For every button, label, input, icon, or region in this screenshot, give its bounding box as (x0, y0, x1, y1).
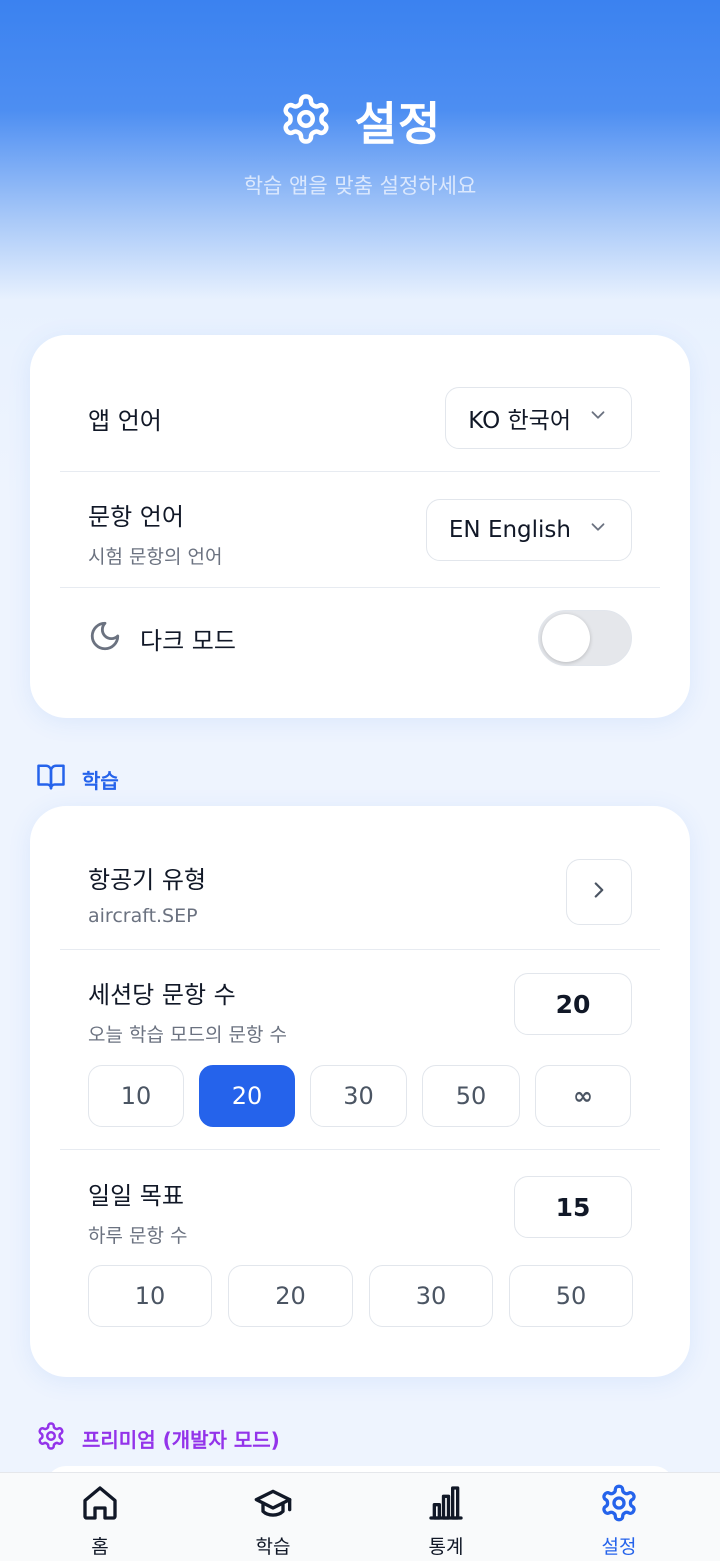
per-session-option[interactable]: 10 (88, 1065, 184, 1127)
nav-label: 홈 (91, 1536, 109, 1558)
daily-goal-value[interactable]: 15 (514, 1176, 632, 1238)
book-icon (36, 762, 66, 797)
app-language-value: KO 한국어 (468, 408, 571, 434)
daily-goal-option[interactable]: 30 (369, 1265, 493, 1327)
daily-goal-option[interactable]: 20 (228, 1265, 353, 1327)
per-session-option-infinity[interactable]: ∞ (535, 1065, 631, 1127)
page-subtitle: 학습 앱을 맞춤 설정하세요 (243, 174, 477, 198)
page-title: 설정 (354, 97, 442, 151)
chevron-down-icon (587, 516, 609, 544)
nav-label: 설정 (601, 1536, 637, 1558)
dark-mode-toggle[interactable] (538, 610, 632, 666)
nav-item-home[interactable]: 홈 (40, 1483, 160, 1559)
moon-icon (88, 619, 122, 657)
page-header: 설정 학습 앱을 맞춤 설정하세요 (0, 0, 720, 300)
nav-item-settings[interactable]: 설정 (559, 1483, 679, 1559)
nav-item-stats[interactable]: 통계 (386, 1483, 506, 1559)
dark-mode-label: 다크 모드 (140, 626, 236, 655)
daily-goal-options: 10 20 30 50 (88, 1265, 633, 1327)
nav-label: 통계 (428, 1536, 464, 1558)
premium-section-label: 프리미엄 (개발자 모드) (82, 1428, 280, 1452)
divider (60, 1149, 660, 1150)
study-section-title: 학습 (36, 762, 119, 797)
chevron-right-icon (586, 877, 612, 907)
bottom-nav: 홈 학습 통계 설정 (0, 1472, 720, 1561)
title-row: 설정 (0, 88, 720, 154)
study-section-label: 학습 (82, 769, 119, 793)
toggle-knob (542, 614, 590, 662)
chevron-down-icon (587, 404, 609, 432)
nav-item-study[interactable]: 학습 (213, 1483, 333, 1559)
question-language-value: EN English (448, 517, 571, 543)
gear-icon (36, 1421, 66, 1456)
gear-icon (599, 1483, 639, 1528)
daily-goal-option[interactable]: 50 (509, 1265, 633, 1327)
nav-label: 학습 (255, 1536, 291, 1558)
general-settings-card: 앱 언어 KO 한국어 문항 언어 시험 문항의 언어 EN English 다… (30, 335, 690, 718)
study-settings-card: 항공기 유형 aircraft.SEP 세션당 문항 수 오늘 학습 모드의 문… (30, 806, 690, 1377)
aircraft-type-button[interactable] (566, 859, 632, 925)
per-session-option[interactable]: 30 (310, 1065, 407, 1127)
app-language-select[interactable]: KO 한국어 (445, 387, 632, 449)
divider (60, 949, 660, 950)
per-session-option-selected[interactable]: 20 (199, 1065, 295, 1127)
question-language-select[interactable]: EN English (425, 499, 632, 561)
divider (60, 587, 660, 588)
home-icon (80, 1483, 120, 1528)
gear-icon (279, 92, 333, 150)
per-session-option[interactable]: 50 (422, 1065, 520, 1127)
per-session-value[interactable]: 20 (514, 973, 632, 1035)
premium-section-title: 프리미엄 (개발자 모드) (36, 1421, 280, 1456)
daily-goal-option[interactable]: 10 (88, 1265, 212, 1327)
graduation-cap-icon (253, 1483, 293, 1528)
divider (60, 471, 660, 472)
bar-chart-icon (426, 1483, 466, 1528)
per-session-options: 10 20 30 50 ∞ (88, 1065, 631, 1127)
